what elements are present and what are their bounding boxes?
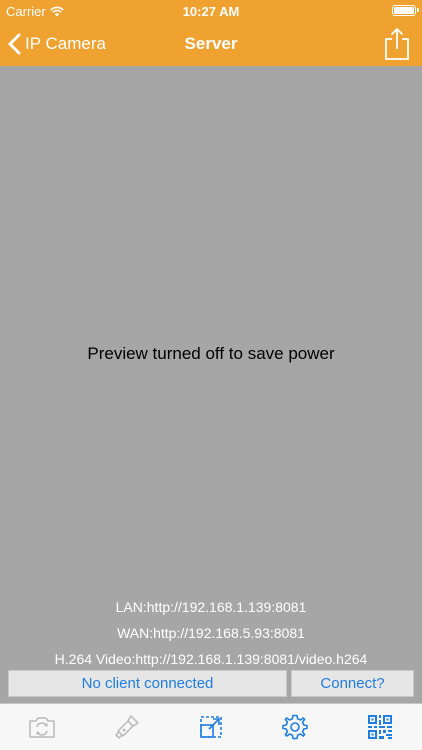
preview-message: Preview turned off to save power xyxy=(87,344,335,363)
flashlight-icon xyxy=(114,715,139,740)
wan-url: WAN:http://192.168.5.93:8081 xyxy=(117,625,305,641)
battery-icon xyxy=(392,5,419,16)
switch-camera-button[interactable] xyxy=(22,707,62,747)
h264-url: H.264 Video:http://192.168.1.139:8081/vi… xyxy=(54,651,368,667)
crop-icon xyxy=(200,716,222,738)
lan-url: LAN:http://192.168.1.139:8081 xyxy=(115,599,307,615)
navigation-bar: IP Camera Server xyxy=(0,22,422,66)
status-time: 10:27 AM xyxy=(182,4,240,19)
back-button-label: IP Camera xyxy=(25,34,106,53)
bottom-toolbar xyxy=(0,703,422,750)
share-button[interactable] xyxy=(382,27,412,61)
crop-button[interactable] xyxy=(191,707,231,747)
switch-camera-icon xyxy=(29,717,55,738)
flashlight-button[interactable] xyxy=(107,707,147,747)
client-status: No client connected xyxy=(8,670,287,697)
share-icon xyxy=(385,27,409,60)
camera-preview[interactable]: Preview turned off to save power xyxy=(0,66,422,602)
connect-button[interactable]: Connect? xyxy=(291,670,414,697)
settings-button[interactable] xyxy=(275,707,315,747)
connection-row: No client connected Connect? xyxy=(0,670,422,698)
status-bar: Carrier 10:27 AM xyxy=(0,0,422,22)
back-button[interactable]: IP Camera xyxy=(8,22,106,66)
qr-code-button[interactable] xyxy=(360,707,400,747)
gear-icon xyxy=(282,714,309,740)
qr-code-icon xyxy=(367,715,392,739)
chevron-left-icon xyxy=(8,33,21,55)
